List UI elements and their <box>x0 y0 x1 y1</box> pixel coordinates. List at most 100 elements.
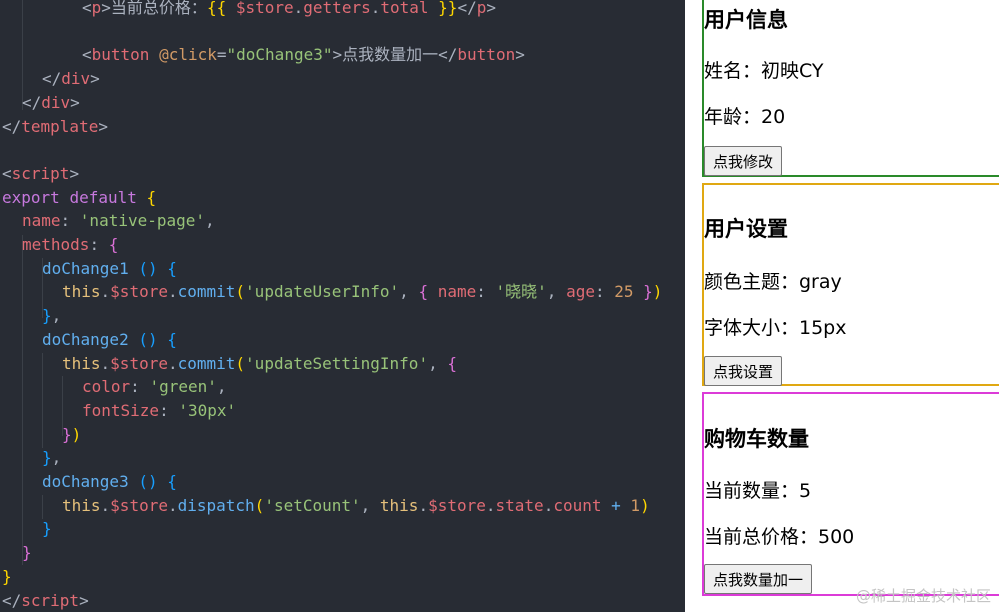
code-editor[interactable]: <p>当前总价格：{{ $store.getters.total }}</p> <… <box>0 0 685 612</box>
app-preview: 用户信息 姓名：初映CY 年龄：20 点我修改 用户设置 颜色主题：gray 字… <box>685 0 999 612</box>
code-token: {{ <box>206 0 236 17</box>
code-token: script <box>21 590 80 610</box>
code-token: color <box>82 377 131 397</box>
code-token: getters <box>303 0 371 17</box>
code-token: () <box>138 329 158 349</box>
code-line: <p>当前总价格：{{ $store.getters.total }}</p> <box>82 0 496 20</box>
code-token: } <box>42 448 52 468</box>
code-token: > <box>486 0 496 17</box>
code-line: fontSize: '30px' <box>82 399 236 423</box>
code-line: doChange3 () { <box>42 470 177 494</box>
code-token: </ <box>22 92 42 112</box>
code-line: export default { <box>2 186 156 210</box>
code-line: doChange1 () { <box>42 257 177 281</box>
indent-guide <box>42 353 43 448</box>
code-token: > <box>98 116 108 136</box>
code-token: ( <box>254 495 265 515</box>
code-token: total <box>380 0 429 17</box>
code-token: } <box>42 519 52 539</box>
code-token: doChange3 <box>42 472 129 491</box>
code-token: < <box>82 0 92 17</box>
code-token: button <box>91 45 150 65</box>
code-token: } <box>2 566 12 586</box>
code-line: } <box>22 541 32 565</box>
edit-user-button[interactable]: 点我修改 <box>704 146 783 176</box>
code-token: ( <box>235 282 246 302</box>
code-line: } <box>42 517 52 541</box>
increment-count-button[interactable]: 点我数量加一 <box>704 564 813 594</box>
code-token: fontSize <box>82 400 160 420</box>
code-token: doChange1 <box>42 258 129 278</box>
code-token: </ <box>2 116 22 136</box>
code-token: , <box>51 306 62 326</box>
code-token: . <box>485 495 496 515</box>
code-token: p <box>91 0 102 17</box>
code-line: </div> <box>42 67 100 91</box>
code-token: , <box>205 211 215 231</box>
apply-settings-button[interactable]: 点我设置 <box>704 356 783 386</box>
code-line: <script> <box>2 162 79 186</box>
code-token: 25 <box>614 282 634 302</box>
code-token: { <box>167 329 177 349</box>
code-token: . <box>100 353 111 373</box>
code-token: name <box>22 211 61 231</box>
code-token: . <box>100 282 111 302</box>
code-token: $store <box>235 0 294 17</box>
user-info-panel: 用户信息 姓名：初映CY 年龄：20 点我修改 <box>702 0 999 177</box>
code-token: count <box>553 495 602 515</box>
code-token: </ <box>438 45 458 65</box>
code-token: > <box>515 45 525 65</box>
code-token: }} <box>428 0 458 17</box>
code-token: </ <box>42 69 62 89</box>
code-token: : <box>594 282 615 302</box>
code-token: , <box>546 282 567 302</box>
code-token: default <box>69 187 137 207</box>
code-line: this.$store.commit('updateSettingInfo', … <box>62 352 457 376</box>
code-token: . <box>100 495 111 515</box>
user-settings-panel: 用户设置 颜色主题：gray 字体大小：15px 点我设置 <box>702 183 999 386</box>
code-token: } <box>22 543 32 563</box>
code-token: > <box>101 0 111 17</box>
user-age-text: 年龄：20 <box>704 106 786 128</box>
code-token: 'setCount' <box>264 495 361 515</box>
code-token: this <box>62 495 101 515</box>
code-token: 1 <box>630 495 641 515</box>
code-token: } <box>62 424 72 444</box>
cart-total-price-text: 当前总价格：500 <box>704 526 855 548</box>
code-token: $store <box>110 495 168 515</box>
code-token: < <box>2 163 12 183</box>
code-token: > <box>69 163 80 183</box>
code-token: commit <box>177 282 236 302</box>
code-token: . <box>418 495 429 515</box>
code-token: name <box>437 282 477 302</box>
code-token: 点我数量加一 <box>342 45 439 65</box>
code-token: { <box>108 235 119 254</box>
code-token: : <box>60 211 80 231</box>
code-token: : <box>159 400 179 420</box>
code-token: { <box>447 353 457 373</box>
code-token: commit <box>177 353 236 373</box>
code-token: this <box>62 282 101 302</box>
code-token: 当前总价格： <box>110 0 207 17</box>
code-token: '30px' <box>178 400 237 420</box>
code-token: ( <box>235 353 246 373</box>
code-token: age <box>566 282 595 302</box>
code-token: . <box>167 282 178 302</box>
code-token: () <box>138 472 158 491</box>
code-token: 'native-page' <box>79 211 206 231</box>
code-token: ) <box>652 282 663 302</box>
code-token: + <box>611 495 621 515</box>
code-line: } <box>2 565 12 589</box>
code-token: , <box>216 377 227 397</box>
code-token: button <box>457 45 516 65</box>
code-token: } <box>42 306 52 326</box>
code-token: div <box>41 92 71 112</box>
code-line: </div> <box>22 91 80 115</box>
code-token: { <box>146 187 157 207</box>
